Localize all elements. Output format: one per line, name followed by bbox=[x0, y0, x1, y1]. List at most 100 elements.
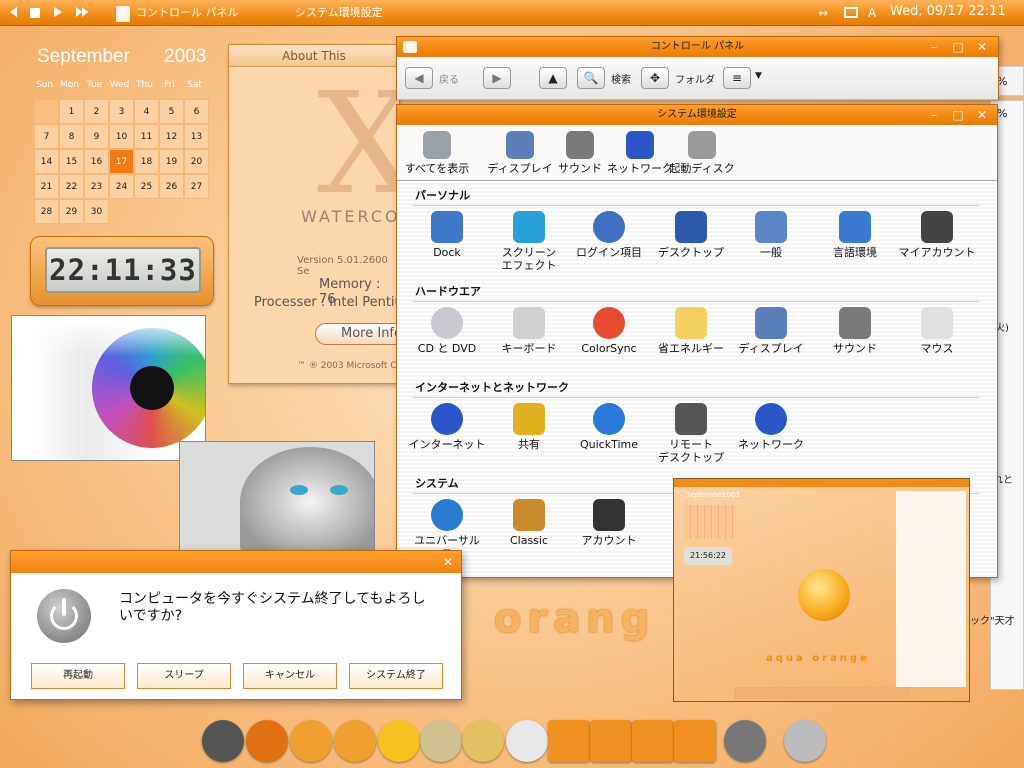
calligraphy-icon[interactable] bbox=[506, 720, 548, 762]
pref-classic-9[interactable]: Classic bbox=[485, 499, 573, 547]
control-panel-icon[interactable] bbox=[116, 6, 130, 22]
calendar-day[interactable]: 23 bbox=[84, 174, 109, 199]
calendar-day[interactable]: 1 bbox=[59, 99, 84, 124]
pref-login-items[interactable]: ログイン項目 bbox=[565, 211, 653, 259]
calendar-day[interactable]: 30 bbox=[84, 199, 109, 224]
maximize-button[interactable]: □ bbox=[951, 40, 965, 54]
calendar-day[interactable]: 27 bbox=[184, 174, 209, 199]
cancel-button[interactable]: キャンセル bbox=[243, 663, 337, 689]
calendar-day[interactable]: 19 bbox=[159, 149, 184, 174]
forward-arrow-icon[interactable]: ▶ bbox=[483, 67, 511, 89]
restart-button[interactable]: 再起動 bbox=[31, 663, 125, 689]
calendar-day[interactable]: 13 bbox=[184, 124, 209, 149]
close-button[interactable]: ✕ bbox=[975, 108, 989, 122]
close-button[interactable]: ✕ bbox=[975, 40, 989, 54]
pref-cd[interactable]: CD と DVD bbox=[403, 307, 491, 355]
pref-accounts[interactable]: アカウント bbox=[565, 499, 653, 547]
display-icon[interactable] bbox=[844, 7, 858, 18]
calendar-day[interactable]: 17 bbox=[109, 149, 134, 174]
desktop-thumbnail[interactable]: September 2003 21:56:22 aqua orange bbox=[673, 478, 970, 702]
input-mode-indicator[interactable]: A bbox=[868, 5, 876, 21]
pref-keyboard[interactable]: キーボード bbox=[485, 307, 573, 355]
drive-icon[interactable] bbox=[674, 720, 716, 762]
calendar-day[interactable]: 5 bbox=[159, 99, 184, 124]
calendar-day[interactable]: 3 bbox=[109, 99, 134, 124]
maximize-button[interactable]: □ bbox=[951, 108, 965, 122]
calendar-day[interactable]: 6 bbox=[184, 99, 209, 124]
pref-globe[interactable]: ネットワーク bbox=[605, 131, 675, 175]
g-app-icon[interactable] bbox=[334, 720, 376, 762]
play-icon[interactable] bbox=[54, 7, 62, 23]
calendar-day[interactable]: 15 bbox=[59, 149, 84, 174]
menubar-datetime[interactable]: Wed, 09/17 22:11 bbox=[890, 4, 1006, 20]
sleep-button[interactable]: スリープ bbox=[137, 663, 231, 689]
pref-mouse[interactable]: マウス bbox=[893, 307, 981, 355]
trash-icon[interactable] bbox=[784, 720, 826, 762]
drive-icon[interactable] bbox=[548, 720, 590, 762]
network-arrows-icon[interactable]: ↔ bbox=[818, 5, 828, 21]
orange-slices-icon[interactable] bbox=[462, 720, 504, 762]
calendar-day[interactable]: 7 bbox=[34, 124, 59, 149]
stop-icon[interactable] bbox=[30, 8, 40, 18]
pref-screen-effects[interactable]: スクリーン エフェクト bbox=[485, 211, 573, 272]
view-menu-icon[interactable]: ≡ bbox=[723, 67, 751, 89]
pref-un-flag[interactable]: 言語環境 bbox=[811, 211, 899, 259]
rewind-icon[interactable] bbox=[10, 7, 17, 23]
search-icon[interactable]: 🔍 bbox=[577, 67, 605, 89]
close-button[interactable]: ✕ bbox=[441, 555, 455, 569]
star-icon[interactable] bbox=[378, 720, 420, 762]
calendar-day[interactable]: 25 bbox=[134, 174, 159, 199]
firefox-orange-icon[interactable] bbox=[246, 720, 288, 762]
pref-globe[interactable]: ネットワーク bbox=[727, 403, 815, 451]
pref-quicktime[interactable]: QuickTime bbox=[565, 403, 653, 451]
folders-label[interactable]: フォルダ bbox=[675, 71, 715, 86]
calendar-day[interactable]: 12 bbox=[159, 124, 184, 149]
calendar-day[interactable]: 18 bbox=[134, 149, 159, 174]
calendar-day[interactable]: 2 bbox=[84, 99, 109, 124]
shutdown-button[interactable]: システム終了 bbox=[349, 663, 443, 689]
pref-general-file[interactable]: 一般 bbox=[727, 211, 815, 259]
fast-forward-icon[interactable] bbox=[76, 7, 88, 23]
safari-compass-icon[interactable] bbox=[290, 720, 332, 762]
up-arrow-icon[interactable]: ▲ bbox=[539, 67, 567, 89]
pref-internet-globe[interactable]: インターネット bbox=[403, 403, 491, 451]
calendar-day[interactable]: 29 bbox=[59, 199, 84, 224]
system-prefs-titlebar[interactable]: システム環境設定 – □ ✕ bbox=[397, 105, 997, 125]
menubar-control-panel[interactable]: コントロール パネル bbox=[136, 5, 239, 21]
dialog-titlebar[interactable]: ✕ bbox=[11, 551, 461, 573]
calendar-day[interactable]: 11 bbox=[134, 124, 159, 149]
calendar-day[interactable]: 22 bbox=[59, 174, 84, 199]
view-dropdown-icon[interactable]: ▼ bbox=[755, 71, 762, 81]
minimize-button[interactable]: – bbox=[927, 40, 941, 54]
calendar-day[interactable]: 20 bbox=[184, 149, 209, 174]
pref-apple-switch[interactable]: すべてを表示 bbox=[393, 131, 481, 175]
pref-speaker[interactable]: サウンド bbox=[811, 307, 899, 355]
search-label[interactable]: 検索 bbox=[611, 71, 631, 86]
calendar-day[interactable]: 24 bbox=[109, 174, 134, 199]
minimize-button[interactable]: – bbox=[927, 108, 941, 122]
menubar-system-prefs[interactable]: システム環境設定 bbox=[295, 5, 383, 21]
pref-binoculars[interactable]: リモート デスクトップ bbox=[647, 403, 735, 464]
calendar-day[interactable]: 8 bbox=[59, 124, 84, 149]
notepad-icon[interactable] bbox=[420, 720, 462, 762]
webcam-icon[interactable] bbox=[202, 720, 244, 762]
drive-icon[interactable] bbox=[632, 720, 674, 762]
back-arrow-icon[interactable]: ◀ bbox=[405, 67, 433, 89]
pref-hard-disk[interactable]: 起動ディスク bbox=[667, 131, 737, 175]
calendar-day[interactable]: 14 bbox=[34, 149, 59, 174]
calendar-day[interactable]: 21 bbox=[34, 174, 59, 199]
calendar-day[interactable]: 26 bbox=[159, 174, 184, 199]
calendar-day[interactable]: 10 bbox=[109, 124, 134, 149]
calendar-day[interactable]: 16 bbox=[84, 149, 109, 174]
calendar-day[interactable]: 28 bbox=[34, 199, 59, 224]
speaker-icon[interactable] bbox=[724, 720, 766, 762]
folders-icon[interactable]: ✥ bbox=[641, 67, 669, 89]
drive-icon[interactable] bbox=[590, 720, 632, 762]
pref-monitor[interactable]: ディスプレイ bbox=[727, 307, 815, 355]
pref-colorsync[interactable]: ColorSync bbox=[565, 307, 653, 355]
pref-desktop[interactable]: デスクトップ bbox=[647, 211, 735, 259]
calendar-day[interactable]: 4 bbox=[134, 99, 159, 124]
pref-sharing[interactable]: 共有 bbox=[485, 403, 573, 451]
pref-bulb[interactable]: 省エネルギー bbox=[647, 307, 735, 355]
control-panel-titlebar[interactable]: コントロール パネル – □ ✕ bbox=[397, 37, 998, 57]
